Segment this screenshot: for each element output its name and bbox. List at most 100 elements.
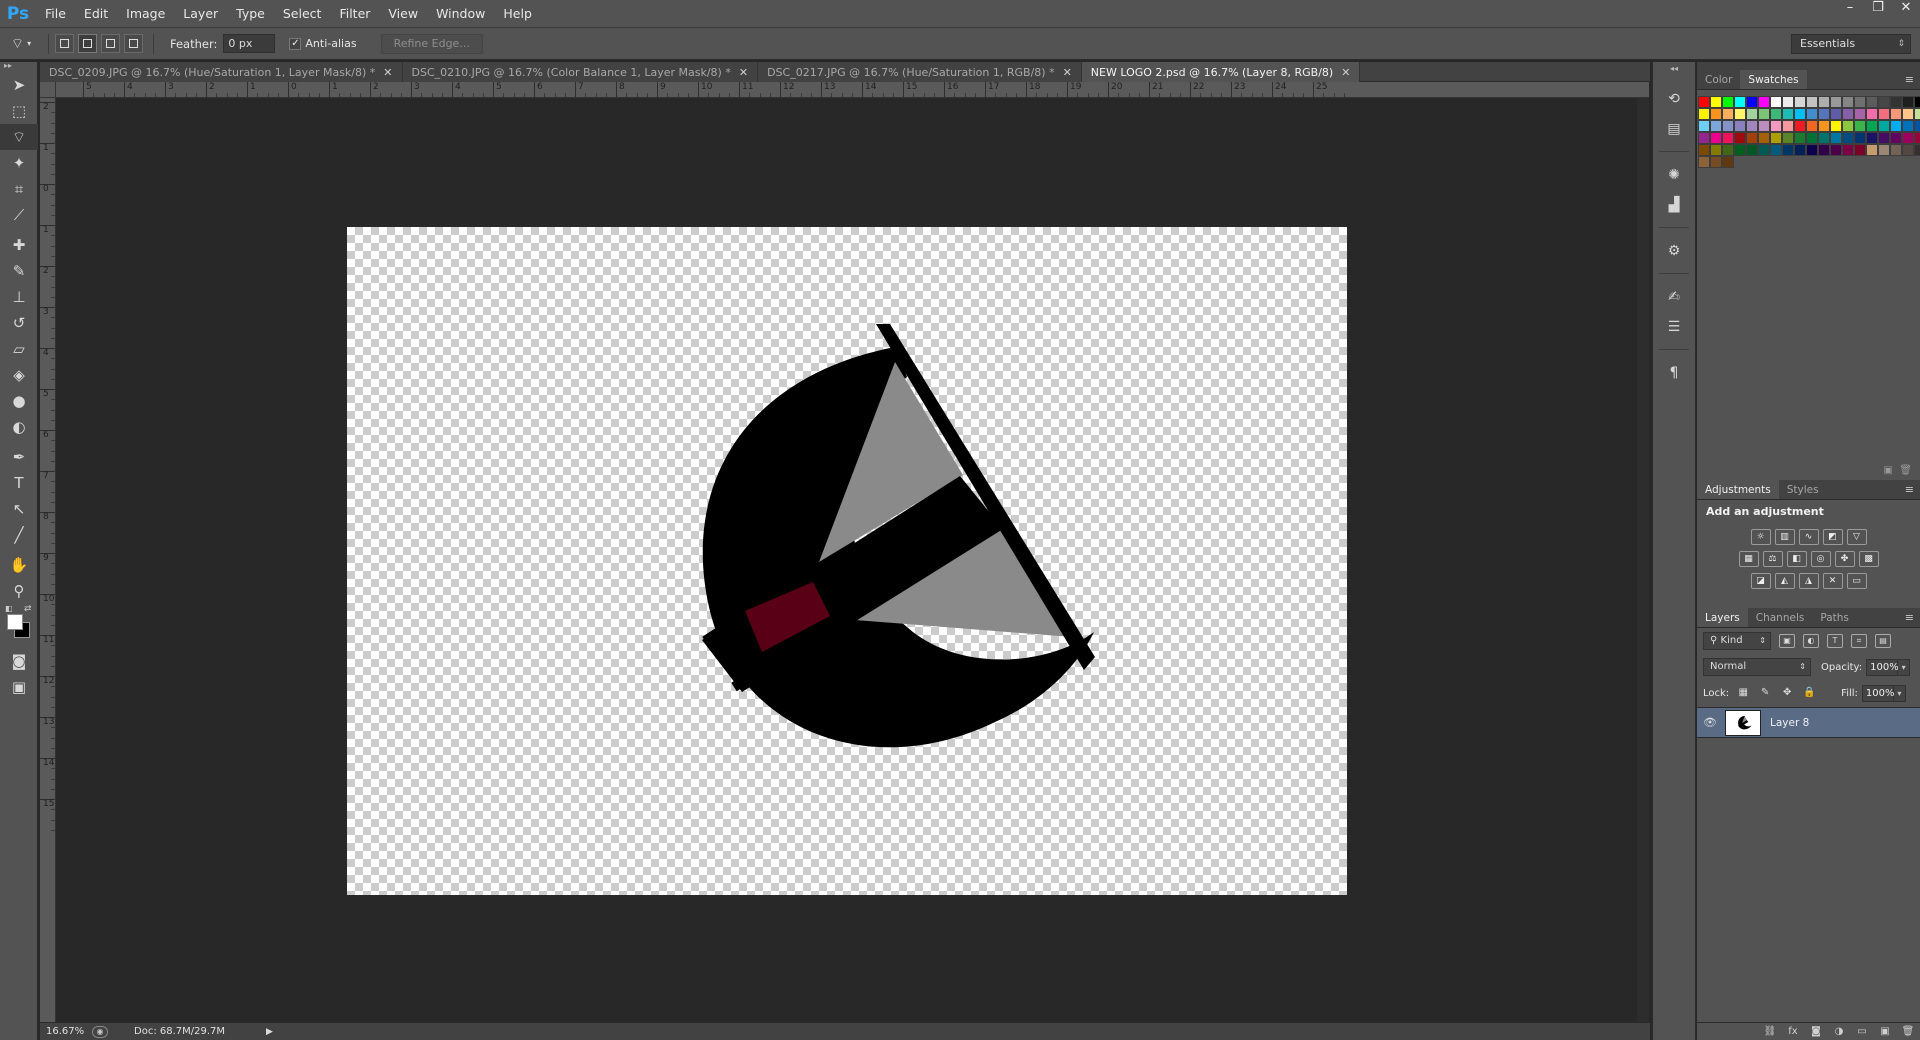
swatch[interactable]: [1902, 132, 1914, 144]
swatch[interactable]: [1806, 108, 1818, 120]
vertical-scrollbar[interactable]: [1637, 98, 1649, 1022]
minimize-button[interactable]: –: [1836, 0, 1864, 18]
vertical-ruler[interactable]: 2 1 0 1 2 3 4 5 6 7 8 9 10 11 12 13 14 15: [40, 98, 56, 1022]
ruler-origin[interactable]: [40, 82, 56, 98]
histogram-icon[interactable]: ▟: [1653, 190, 1695, 220]
swatch[interactable]: [1902, 120, 1914, 132]
swatch[interactable]: [1698, 96, 1710, 108]
panel-menu-icon[interactable]: ≡: [1905, 608, 1914, 628]
swatch[interactable]: [1746, 108, 1758, 120]
swatch[interactable]: [1758, 132, 1770, 144]
menu-layer[interactable]: Layer: [174, 0, 227, 28]
tool-preset-picker[interactable]: ⌔ ▾: [0, 30, 42, 58]
swatch[interactable]: [1806, 96, 1818, 108]
tab-paths[interactable]: Paths: [1812, 608, 1857, 627]
swatch[interactable]: [1734, 132, 1746, 144]
eye-icon[interactable]: 👁: [1697, 716, 1723, 729]
layer-row[interactable]: 👁 Layer 8: [1697, 708, 1920, 738]
shape-filter-icon[interactable]: ⌗: [1851, 634, 1867, 648]
trash-icon[interactable]: 🗑: [1900, 1025, 1916, 1039]
swatch[interactable]: [1830, 108, 1842, 120]
close-icon[interactable]: ✕: [1063, 66, 1072, 79]
healing-brush-tool-icon[interactable]: ✚: [0, 232, 38, 258]
menu-filter[interactable]: Filter: [330, 0, 379, 28]
tab-color[interactable]: Color: [1697, 70, 1740, 89]
swatch[interactable]: [1782, 132, 1794, 144]
swatch[interactable]: [1806, 144, 1818, 156]
color-lookup-icon[interactable]: ▩: [1858, 551, 1879, 567]
swatch[interactable]: [1794, 144, 1806, 156]
swatch[interactable]: [1782, 144, 1794, 156]
swatch[interactable]: [1854, 120, 1866, 132]
swatch[interactable]: [1710, 156, 1722, 168]
menu-help[interactable]: Help: [494, 0, 541, 28]
tab-adjustments[interactable]: Adjustments: [1697, 480, 1779, 499]
swatch[interactable]: [1698, 144, 1710, 156]
layer-thumbnail[interactable]: [1725, 709, 1761, 736]
menu-window[interactable]: Window: [427, 0, 494, 28]
workspace-select[interactable]: Essentials ⇕: [1791, 34, 1911, 54]
move-tool-icon[interactable]: ➤: [0, 72, 38, 98]
swatch[interactable]: [1866, 120, 1878, 132]
new-selection-button[interactable]: [55, 34, 74, 53]
filter-kind-select[interactable]: ⚲ Kind ⇕: [1703, 632, 1771, 650]
new-layer-icon[interactable]: ▣: [1877, 1025, 1893, 1039]
swatch[interactable]: [1746, 144, 1758, 156]
paragraph-panel-icon[interactable]: ¶: [1653, 358, 1695, 388]
swatch[interactable]: [1842, 144, 1854, 156]
threshold-icon[interactable]: ◮: [1798, 573, 1819, 589]
swatch[interactable]: [1710, 96, 1722, 108]
canvas-area[interactable]: [56, 98, 1649, 1022]
swatch[interactable]: [1734, 96, 1746, 108]
chevron-down-icon[interactable]: ▾: [1893, 685, 1906, 702]
swatch[interactable]: [1854, 108, 1866, 120]
swatch[interactable]: [1890, 132, 1902, 144]
swatch[interactable]: [1830, 120, 1842, 132]
swatch[interactable]: [1866, 108, 1878, 120]
properties-panel-icon[interactable]: ⚙: [1653, 236, 1695, 266]
swatch[interactable]: [1818, 132, 1830, 144]
panel-menu-icon[interactable]: ≡: [1905, 480, 1914, 500]
close-icon[interactable]: ✕: [739, 66, 748, 79]
swatch[interactable]: [1842, 96, 1854, 108]
swatch[interactable]: [1914, 108, 1920, 120]
line-tool-icon[interactable]: ╱: [0, 522, 38, 548]
history-brush-tool-icon[interactable]: ↺: [0, 310, 38, 336]
close-window-button[interactable]: ✕: [1892, 0, 1920, 18]
hand-tool-icon[interactable]: ✋: [0, 552, 38, 578]
layer-style-icon[interactable]: fx: [1785, 1025, 1801, 1039]
screen-mode-icon[interactable]: ▣: [0, 674, 38, 700]
type-tool-icon[interactable]: T: [0, 470, 38, 496]
swatch[interactable]: [1722, 132, 1734, 144]
clone-stamp-tool-icon[interactable]: ⊥: [0, 284, 38, 310]
collapse-toolbar-icon[interactable]: ▸▸: [0, 62, 37, 72]
status-info-icon[interactable]: ◉: [92, 1025, 108, 1038]
swatch[interactable]: [1722, 144, 1734, 156]
swatch[interactable]: [1842, 108, 1854, 120]
swatch[interactable]: [1890, 144, 1902, 156]
intersect-selection-button[interactable]: [124, 34, 143, 53]
swatch[interactable]: [1698, 132, 1710, 144]
tab-layers[interactable]: Layers: [1697, 608, 1748, 627]
crop-tool-icon[interactable]: ⌗: [0, 176, 38, 202]
swatch[interactable]: [1878, 144, 1890, 156]
eyedropper-tool-icon[interactable]: ⟋: [0, 202, 38, 228]
opacity-input[interactable]: 100%: [1866, 658, 1899, 676]
swatch[interactable]: [1710, 132, 1722, 144]
swatch[interactable]: [1698, 120, 1710, 132]
zoom-tool-icon[interactable]: ⚲: [0, 578, 38, 604]
swatch[interactable]: [1818, 108, 1830, 120]
doc-tab-dsc0217[interactable]: DSC_0217.JPG @ 16.7% (Hue/Saturation 1, …: [758, 62, 1082, 82]
swatch[interactable]: [1758, 96, 1770, 108]
swatch[interactable]: [1902, 144, 1914, 156]
swatch[interactable]: [1806, 132, 1818, 144]
collapse-panels-icon[interactable]: ◂◂: [1653, 62, 1695, 84]
brightness-contrast-icon[interactable]: ☼: [1750, 529, 1771, 545]
gradient-map-icon[interactable]: ▭: [1846, 573, 1867, 589]
antialias-checkbox[interactable]: ✓: [289, 37, 302, 50]
swatch[interactable]: [1770, 144, 1782, 156]
swatch[interactable]: [1722, 108, 1734, 120]
swatch[interactable]: [1758, 144, 1770, 156]
layer-name[interactable]: Layer 8: [1770, 717, 1809, 729]
swatch[interactable]: [1734, 120, 1746, 132]
